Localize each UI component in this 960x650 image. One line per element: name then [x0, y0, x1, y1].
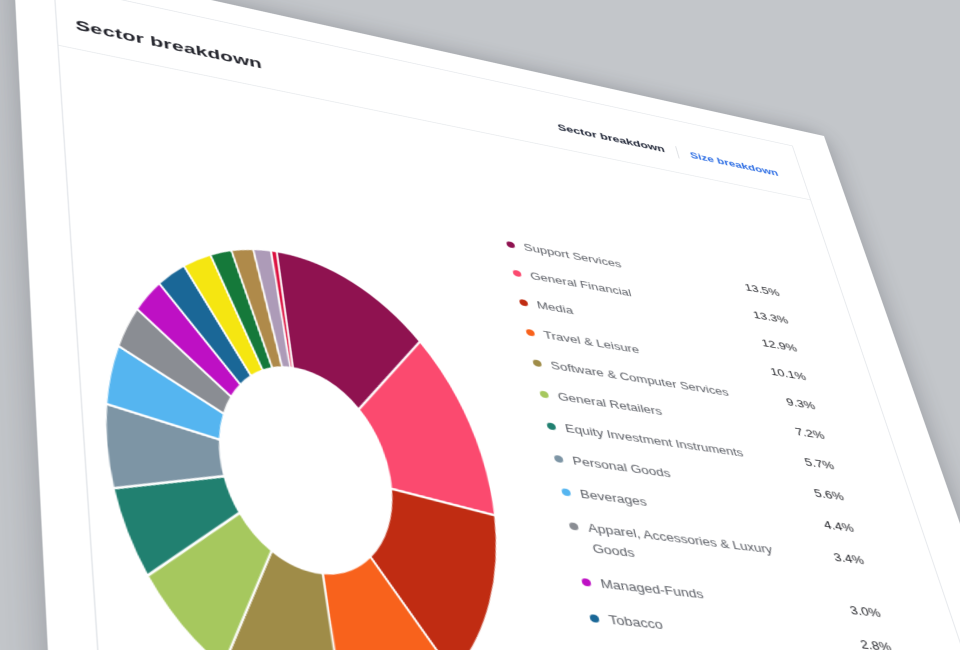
legend-label: General Retailers [556, 387, 664, 421]
legend-color-dot [546, 422, 556, 430]
legend-label: Apparel, Accessories & Luxury Goods [586, 518, 791, 581]
legend-color-dot [589, 614, 600, 623]
sector-donut-chart[interactable] [86, 215, 545, 650]
legend-color-dot [506, 241, 515, 249]
legend-percent: 5.6% [797, 482, 846, 506]
page-title: Sector breakdown [75, 18, 263, 73]
legend-color-dot [532, 359, 542, 367]
sector-legend: Support Services13.5%General Financial13… [505, 236, 921, 650]
legend-color-dot [519, 299, 529, 307]
legend-label: Beverages [578, 484, 649, 512]
legend-percent: 13.3% [744, 305, 791, 329]
legend-percent: 7.2% [779, 421, 828, 445]
legend-percent: 5.7% [788, 451, 837, 475]
report-page: Sector breakdown Sector breakdown Size br… [13, 0, 960, 650]
legend-label: Managed-Funds [598, 573, 705, 605]
legend-label: Media [535, 296, 575, 320]
legend-percent: 2.8% [842, 633, 894, 650]
legend-percent: 9.3% [770, 391, 818, 415]
legend-color-dot [569, 522, 579, 530]
legend-label: Personal Goods [570, 451, 672, 483]
legend-percent: 4.4% [807, 514, 857, 539]
screenshot-canvas: Sector breakdown Sector breakdown Size br… [0, 0, 960, 650]
legend-percent: 13.5% [735, 278, 781, 302]
legend-percent: 3.0% [832, 599, 883, 624]
legend-color-dot [554, 455, 564, 463]
tab-size-breakdown[interactable]: Size breakdown [675, 146, 780, 179]
legend-color-dot [512, 270, 522, 278]
legend-label: Tobacco [607, 609, 666, 636]
panel-header: Sector breakdown Sector breakdown Size br… [55, 0, 811, 200]
legend-color-dot [539, 390, 549, 398]
legend-color-dot [581, 578, 592, 587]
sector-breakdown-panel: Sector breakdown Sector breakdown Size br… [53, 0, 960, 650]
legend-label: Household Goods [615, 646, 735, 650]
legend-color-dot [561, 488, 571, 496]
legend-percent: 3.4% [816, 546, 866, 571]
legend-percent: 10.1% [761, 362, 809, 386]
tab-bar: Sector breakdown Size breakdown [556, 121, 780, 179]
legend-label: General Financial [528, 267, 633, 302]
legend-percent: 12.9% [752, 333, 799, 357]
tab-sector-breakdown[interactable]: Sector breakdown [556, 121, 666, 156]
legend-color-dot [526, 329, 536, 337]
legend-label: Travel & Leisure [542, 326, 641, 359]
